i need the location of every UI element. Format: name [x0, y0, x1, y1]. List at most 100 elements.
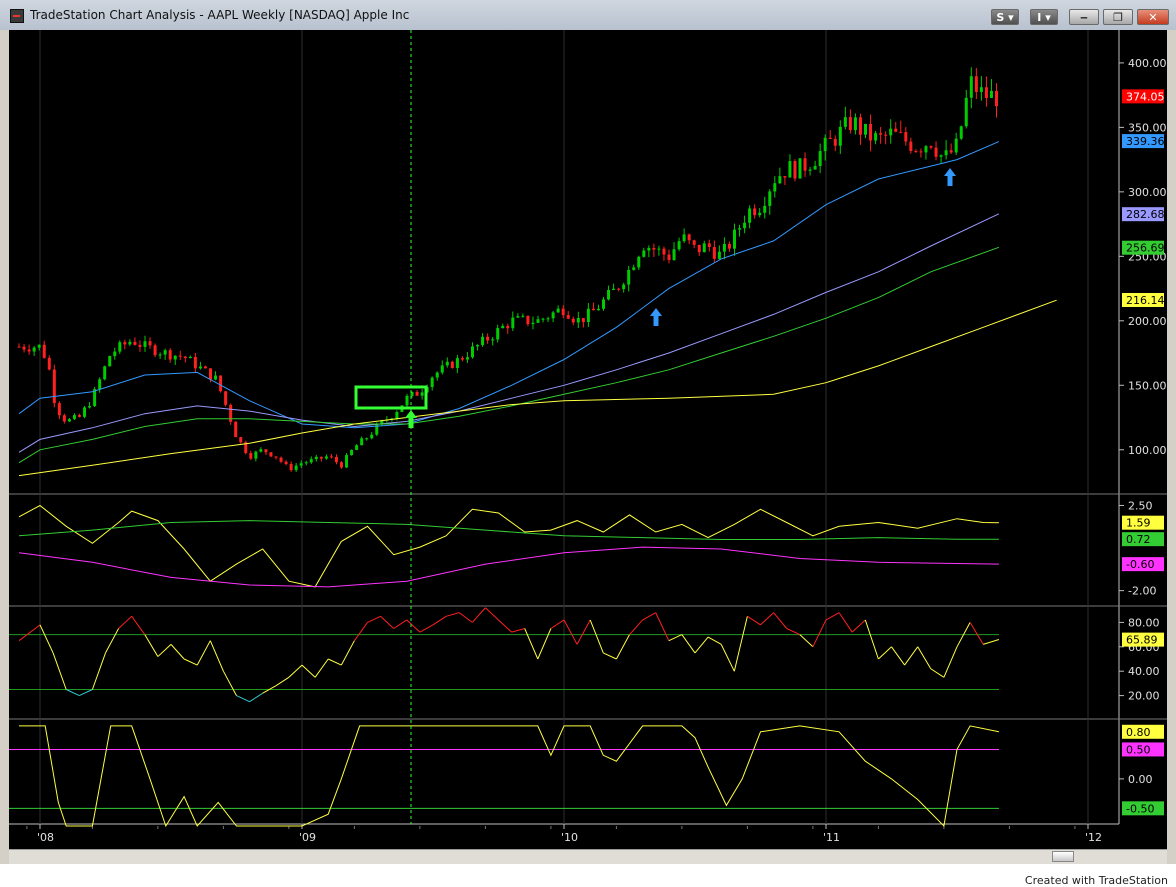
candle-body	[637, 256, 641, 268]
oscillator-2-segment	[105, 628, 120, 654]
candle-body	[974, 76, 978, 92]
candle-body	[995, 90, 999, 107]
candle-body	[52, 369, 56, 404]
candle-body	[27, 349, 31, 352]
candle-body	[924, 146, 928, 153]
candle-body	[299, 463, 303, 466]
y-tick-label: 80.00	[1128, 616, 1160, 629]
candle-body	[37, 344, 41, 348]
candle-body	[596, 308, 600, 311]
candle-body	[486, 336, 490, 341]
title-bar[interactable]: TradeStation Chart Analysis - AAPL Weekl…	[0, 0, 1176, 30]
oscillator-1-line-1	[18, 504, 999, 588]
candle-body	[415, 391, 419, 396]
y-tick-label: 300.00	[1128, 186, 1167, 199]
candle-body	[294, 465, 298, 471]
candle-body	[712, 247, 716, 259]
oscillator-2-segment	[864, 619, 879, 660]
oscillator-2-segment	[642, 612, 656, 621]
candle-body	[491, 339, 495, 341]
candle-body	[329, 456, 333, 458]
oscillator-2-segment	[681, 634, 696, 654]
candle-body	[818, 151, 822, 167]
candle-body	[531, 322, 535, 325]
candle-body	[98, 379, 102, 390]
candle-body	[984, 87, 988, 98]
candle-body	[899, 131, 903, 133]
chart-canvas[interactable]: '08'09'10'11'12400.00350.00300.00250.002…	[9, 30, 1167, 849]
candle-body	[677, 241, 681, 250]
candle-body	[526, 315, 530, 325]
candle-body	[264, 449, 268, 453]
oscillator-2-segment	[668, 634, 683, 642]
oscillator-2-segment	[275, 676, 290, 687]
candle-body	[183, 356, 187, 359]
candle-body	[254, 451, 258, 459]
candle-body	[324, 456, 328, 459]
candle-body	[67, 419, 71, 422]
window-title: TradeStation Chart Analysis - AAPL Weekl…	[30, 8, 410, 22]
oscillator-2-segment	[943, 646, 958, 678]
close-button[interactable]: ✕	[1137, 9, 1169, 25]
minimize-button[interactable]: ‒	[1069, 9, 1099, 25]
candle-body	[602, 299, 606, 309]
oscillator-2-segment	[445, 612, 460, 617]
oscillator-2-segment	[603, 652, 617, 660]
last-price-tag: 374.05	[1126, 90, 1165, 103]
chart-area[interactable]: '08'09'10'11'12 400.00 350.00 300.00 250.00 2…	[9, 30, 1167, 849]
close-icon: ✕	[1148, 11, 1158, 24]
x-tick-label: '11	[823, 831, 840, 844]
candle-body	[853, 117, 857, 131]
i-menu-button[interactable]: I ▾	[1030, 9, 1058, 25]
maximize-button[interactable]: ❐	[1103, 9, 1133, 25]
oscillator-2-segment	[157, 643, 172, 657]
candle-body	[153, 345, 157, 356]
candle-body	[168, 350, 172, 360]
candle-body	[259, 449, 263, 452]
candle-body	[934, 147, 938, 157]
scrollbar-thumb[interactable]	[1052, 851, 1074, 862]
candle-body	[581, 318, 585, 323]
candle-body	[768, 191, 772, 206]
candle-body	[249, 453, 253, 459]
horizontal-scrollbar[interactable]	[9, 849, 1167, 864]
x-tick-label: '12	[1085, 831, 1102, 844]
candle-body	[516, 316, 520, 318]
candle-body	[828, 137, 832, 139]
candlesticks	[17, 67, 999, 472]
candle-body	[612, 288, 616, 290]
s-menu-button[interactable]: S ▾	[991, 9, 1019, 25]
candle-body	[692, 240, 696, 245]
oscillator-2-segment	[406, 619, 421, 633]
oscillator-2-segment	[511, 628, 525, 633]
oscillator-2-segment	[825, 612, 840, 621]
candle-body	[989, 90, 993, 98]
oscillator-2-segment	[236, 695, 250, 703]
x-tick-label: '08	[37, 831, 54, 844]
candle-body	[591, 308, 595, 311]
osc-3-tag: 0.80	[1126, 726, 1151, 739]
candle-body	[632, 267, 636, 270]
breakout-box	[354, 385, 428, 410]
oscillator-2-segment	[589, 619, 604, 654]
candle-body	[884, 134, 888, 136]
candle-body	[667, 254, 671, 260]
candle-body	[722, 243, 726, 252]
oscillator-2-segment	[39, 624, 54, 654]
y-tick-label: 400.00	[1128, 57, 1167, 70]
oscillator-2-segment	[144, 634, 159, 657]
candle-body	[894, 128, 898, 132]
candle-body	[758, 212, 762, 216]
candle-body	[118, 342, 122, 352]
candle-body	[738, 228, 742, 230]
candle-body	[682, 234, 686, 242]
up-arrow	[650, 308, 662, 326]
candle-body	[798, 158, 802, 179]
candle-body	[919, 151, 923, 153]
candle-body	[334, 456, 338, 463]
candle-body	[874, 133, 878, 141]
candle-body	[501, 325, 505, 329]
candle-body	[576, 318, 580, 323]
oscillator-2-segment	[471, 607, 486, 623]
candle-body	[879, 133, 883, 135]
